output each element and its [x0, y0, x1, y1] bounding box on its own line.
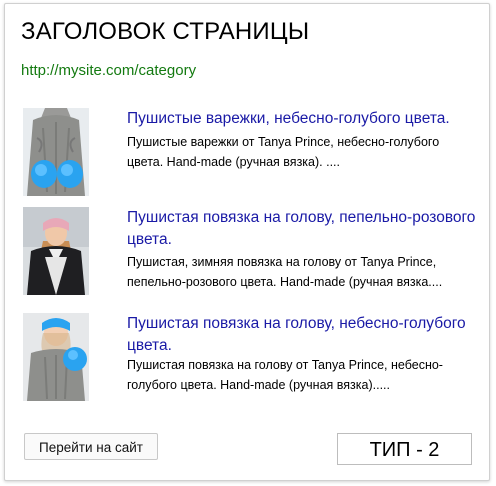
item-description: Пушистая повязка на голову от Tanya Prin… [127, 358, 443, 392]
item-title-link[interactable]: Пушистая повязка на голову, пепельно-роз… [127, 207, 483, 251]
woman-blue-mittens-photo[interactable] [23, 108, 89, 196]
ad-card: ЗАГОЛОВОК СТРАНИЦЫ http://mysite.com/cat… [4, 3, 490, 481]
list-item: Пушистая повязка на голову, небесно-голу… [23, 313, 483, 405]
item-title-link[interactable]: Пушистая повязка на голову, небесно-голу… [127, 313, 483, 357]
woman-pink-headband-photo[interactable] [23, 207, 89, 295]
item-title-link[interactable]: Пушистые варежки, небесно-голубого цвета… [127, 108, 483, 130]
list-item: Пушистые варежки, небесно-голубого цвета… [23, 108, 483, 200]
woman-blue-headband-photo[interactable] [23, 313, 89, 401]
item-description: Пушистые варежки от Tanya Prince, небесн… [127, 135, 440, 169]
page-title: ЗАГОЛОВОК СТРАНИЦЫ [21, 18, 310, 45]
list-item: Пушистая повязка на голову, пепельно-роз… [23, 207, 483, 299]
site-url-link[interactable]: http://mysite.com/category [21, 62, 196, 79]
visit-site-button[interactable]: Перейти на сайт [24, 433, 158, 460]
type-label: ТИП - 2 [337, 433, 472, 465]
item-description: Пушистая, зимняя повязка на голову от Ta… [127, 255, 443, 289]
